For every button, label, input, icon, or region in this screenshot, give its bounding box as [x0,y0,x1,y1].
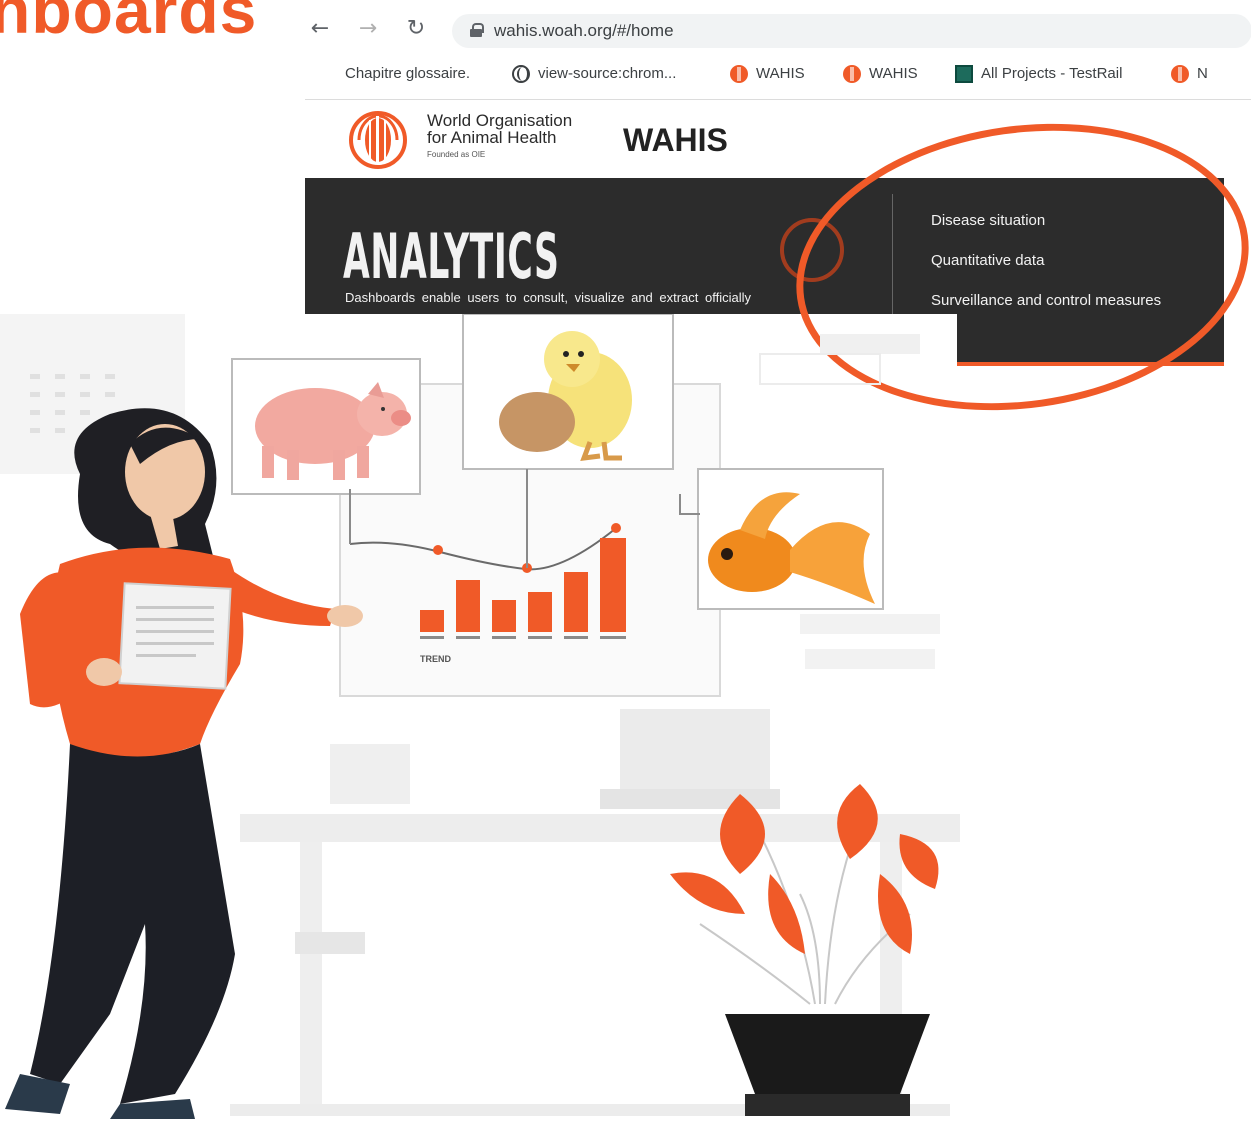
forward-icon[interactable]: → [355,16,381,42]
brand-title: WAHIS [623,122,728,158]
bookmarks-bar: Chapitre glossaire. view-source:chrom...… [305,60,1251,88]
page-heading: hboards [0,0,258,47]
dashboard-illustration: TREND [0,314,960,1119]
woah-favicon-icon [1171,65,1189,84]
address-url: wahis.woah.org/#/home [494,21,674,40]
testrail-icon [955,65,973,84]
lock-icon [470,23,484,37]
org-name: World Organisation for Animal Health Fou… [427,112,572,163]
org-name-line2: for Animal Health [427,128,557,147]
globe-icon [512,65,530,84]
woah-logo-icon[interactable] [345,110,415,170]
analytics-title: ANALYTICS [343,220,560,293]
chick-photo [462,314,674,470]
woah-favicon-icon [843,65,861,84]
bookmark-label: WAHIS [869,65,918,82]
bookmark-item[interactable]: All Projects - TestRail [955,60,1122,88]
bookmark-label: Chapitre glossaire. [345,65,471,82]
org-name-line1: World Organisation [427,111,573,130]
browser-chrome: ← → ↻ wahis.woah.org/#/home Chapitre glo… [305,0,1251,100]
address-bar[interactable]: wahis.woah.org/#/home [452,14,1251,48]
bookmark-label: WAHIS [756,65,805,82]
analytics-description: Dashboards enable users to consult, visu… [345,290,752,305]
bookmark-item[interactable]: Chapitre glossaire. [345,60,470,88]
bookmark-label: N [1197,65,1208,82]
back-icon[interactable]: ← [307,16,333,42]
bookmark-item[interactable]: WAHIS [730,60,805,88]
bookmark-item[interactable]: WAHIS [843,60,918,88]
goldfish-photo [697,468,884,610]
org-tagline: Founded as OIE [427,150,486,159]
pig-photo [231,358,421,495]
bookmark-item[interactable]: N [1171,60,1208,88]
bookmark-item[interactable]: view-source:chrom... [512,60,676,88]
bookmark-label: view-source:chrom... [538,65,677,82]
reload-icon[interactable]: ↻ [403,16,429,42]
woah-favicon-icon [730,65,748,84]
bookmark-label: All Projects - TestRail [981,65,1123,82]
browser-toolbar: ← → ↻ wahis.woah.org/#/home [305,10,1251,50]
trend-label: TREND [420,654,451,664]
